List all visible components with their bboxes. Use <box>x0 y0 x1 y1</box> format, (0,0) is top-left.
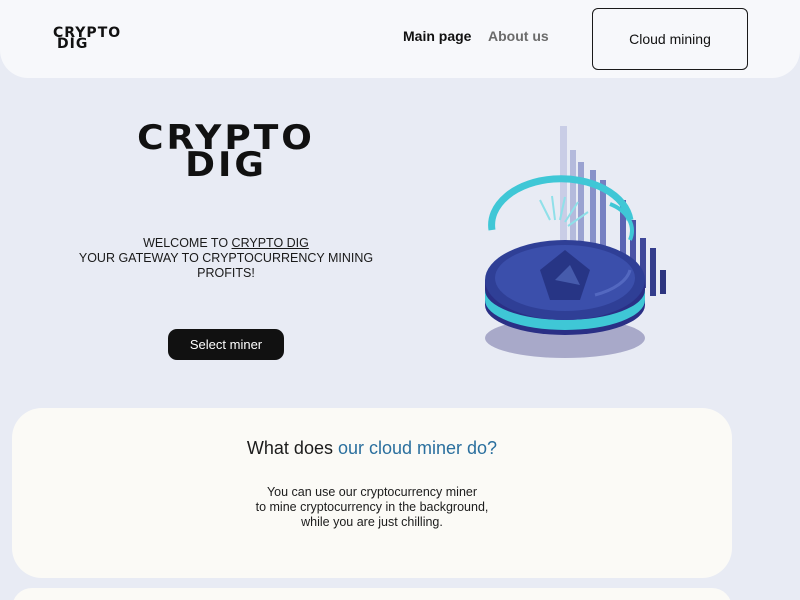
welcome-prefix: WELCOME TO <box>143 236 232 250</box>
site-header: CRYPTO DIG Main page About us Cloud mini… <box>0 0 800 78</box>
welcome-text: WELCOME TO CRYPTO DIG YOUR GATEWAY TO CR… <box>56 236 396 281</box>
nav-main-page[interactable]: Main page <box>403 28 471 44</box>
nav-about-us[interactable]: About us <box>488 28 549 44</box>
crypto-coin-illustration <box>485 126 666 358</box>
cloud-mining-button[interactable]: Cloud mining <box>592 8 748 70</box>
info-card-title-accent: our cloud miner do? <box>337 438 498 458</box>
page: CRYPTO DIG Main page About us Cloud mini… <box>0 0 800 600</box>
info-card-text: You can use our cryptocurrency miner to … <box>12 485 732 530</box>
select-miner-button[interactable]: Select miner <box>168 329 284 360</box>
coin-shape <box>485 240 645 358</box>
next-card <box>12 588 732 600</box>
info-card: What does our cloud miner do? You can us… <box>12 408 732 578</box>
info-card-text-line3: while you are just chilling. <box>301 515 443 529</box>
info-card-title-prefix: What does <box>246 438 338 458</box>
info-card-text-line1: You can use our cryptocurrency miner <box>266 485 478 499</box>
info-card-text-line2: to mine cryptocurrency in the background… <box>255 500 489 514</box>
header-logo[interactable]: CRYPTO DIG <box>53 26 121 51</box>
tagline: YOUR GATEWAY TO CRYPTOCURRENCY MINING PR… <box>78 251 374 280</box>
hero-logo: CRYPTO DIG <box>114 121 338 182</box>
welcome-brand-link[interactable]: CRYPTO DIG <box>232 236 309 250</box>
info-card-title: What does our cloud miner do? <box>12 438 732 459</box>
